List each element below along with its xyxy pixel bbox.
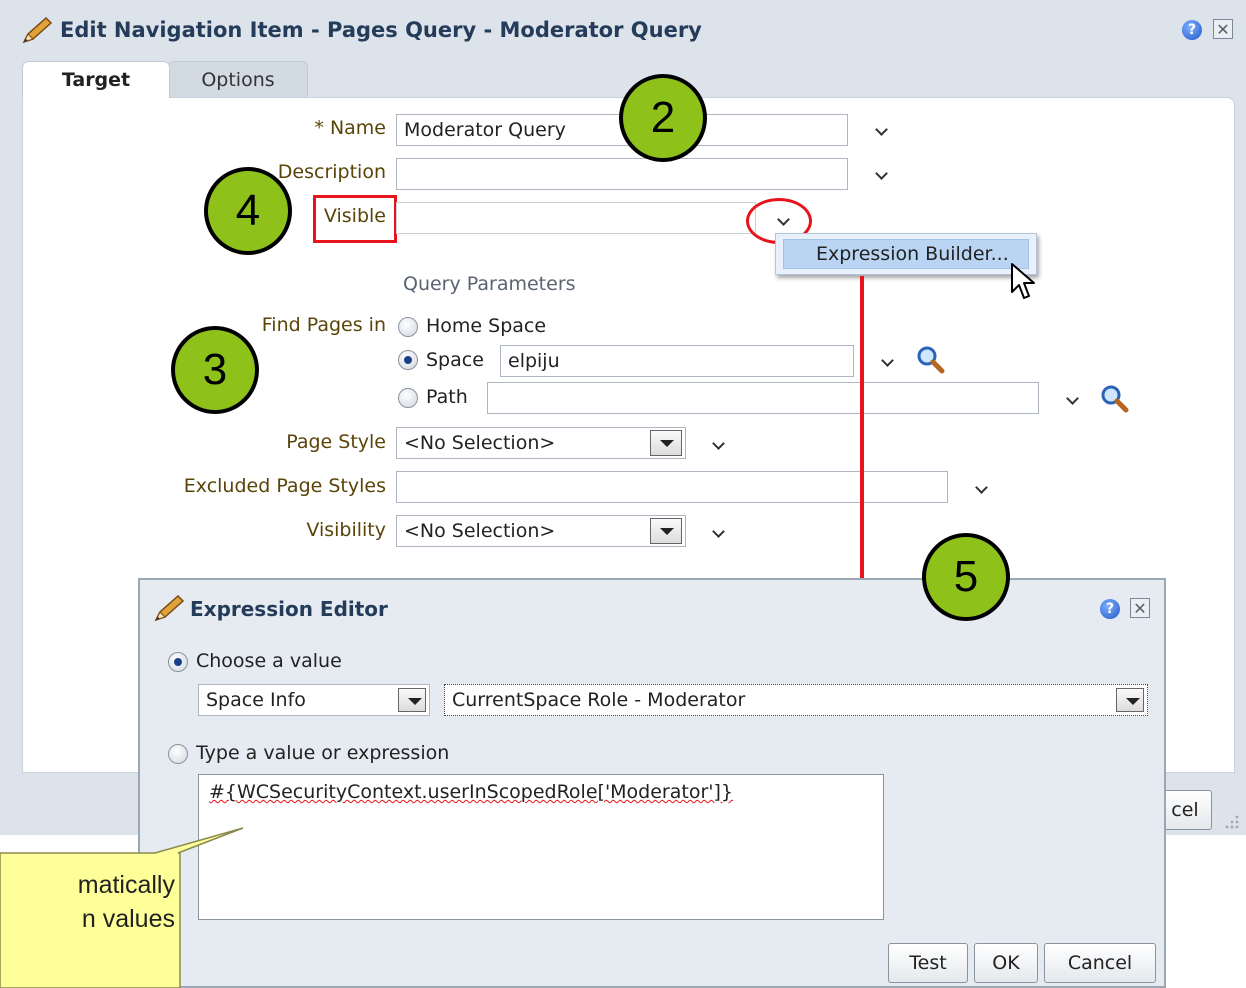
value-select[interactable]: CurrentSpace Role - Moderator — [444, 684, 1148, 716]
resize-grip-icon — [1225, 815, 1239, 829]
space-search-icon[interactable] — [915, 344, 945, 374]
expression-textarea[interactable]: #{WCSecurityContext.userInScopedRole['Mo… — [198, 774, 884, 920]
dialog-title: Edit Navigation Item - Pages Query - Mod… — [60, 18, 702, 42]
visible-input[interactable] — [396, 202, 756, 234]
home-space-radio[interactable] — [398, 317, 418, 337]
home-space-radio-label: Home Space — [426, 315, 547, 337]
help-icon[interactable]: ? — [1182, 20, 1202, 40]
space-radio[interactable] — [398, 350, 418, 370]
expression-editor-title: Expression Editor — [190, 597, 388, 621]
tab-target[interactable]: Target — [22, 61, 170, 98]
visibility-chevron-down-icon[interactable] — [708, 522, 728, 542]
name-label: * Name — [314, 117, 386, 139]
close-icon[interactable]: ✕ — [1213, 19, 1233, 39]
description-input[interactable] — [396, 158, 848, 190]
path-radio-label: Path — [426, 386, 468, 408]
visibility-label: Visibility — [306, 519, 386, 541]
choose-value-label: Choose a value — [196, 650, 342, 672]
path-search-icon[interactable] — [1099, 383, 1129, 413]
mouse-cursor-icon — [1011, 263, 1035, 299]
excluded-page-styles-label: Excluded Page Styles — [183, 475, 386, 497]
expression-editor-dialog: Expression Editor ? ✕ Choose a value Spa… — [138, 578, 1166, 988]
note-line-2: n values — [81, 905, 175, 933]
note-line-1: matically — [77, 871, 175, 899]
space-radio-label: Space — [426, 349, 484, 371]
callout-step-4: 4 — [204, 167, 292, 255]
callout-step-3: 3 — [171, 326, 259, 414]
visible-chevron-down-icon[interactable] — [773, 210, 793, 230]
space-chevron-down-icon[interactable] — [877, 351, 897, 371]
close-icon[interactable]: ✕ — [1130, 598, 1150, 618]
query-parameters-heading: Query Parameters — [403, 273, 576, 295]
expression-text: #{WCSecurityContext.userInScopedRole['Mo… — [209, 781, 733, 803]
page-style-label: Page Style — [286, 431, 386, 453]
visibility-select-button[interactable] — [650, 518, 682, 544]
cancel-button[interactable]: Cancel — [1044, 943, 1156, 983]
visible-dropdown-menu: Expression Builder... — [775, 233, 1037, 275]
type-expression-label: Type a value or expression — [196, 742, 450, 764]
page-style-chevron-down-icon[interactable] — [708, 434, 728, 454]
help-icon[interactable]: ? — [1100, 599, 1120, 619]
path-input[interactable] — [487, 382, 1039, 414]
path-radio[interactable] — [398, 388, 418, 408]
category-select-button[interactable] — [398, 688, 426, 712]
pencil-icon — [22, 16, 53, 44]
callout-step-2: 2 — [619, 74, 707, 162]
name-chevron-down-icon[interactable] — [871, 120, 891, 140]
category-select[interactable]: Space Info — [198, 684, 430, 716]
tab-options[interactable]: Options — [168, 61, 308, 98]
excluded-chevron-down-icon[interactable] — [971, 478, 991, 498]
value-select-button[interactable] — [1116, 688, 1144, 712]
choose-value-radio[interactable] — [168, 652, 188, 672]
expression-builder-menu-item[interactable]: Expression Builder... — [783, 239, 1029, 269]
description-chevron-down-icon[interactable] — [871, 164, 891, 184]
note-text: matically n values — [0, 868, 175, 936]
path-chevron-down-icon[interactable] — [1062, 389, 1082, 409]
space-input[interactable]: elpiju — [500, 345, 854, 377]
ok-button[interactable]: OK — [974, 943, 1038, 983]
page-style-select-button[interactable] — [650, 430, 682, 456]
test-button[interactable]: Test — [888, 943, 968, 983]
callout-step-5: 5 — [922, 533, 1010, 621]
type-expression-radio[interactable] — [168, 744, 188, 764]
page-style-select[interactable]: <No Selection> — [396, 427, 686, 459]
visibility-select[interactable]: <No Selection> — [396, 515, 686, 547]
pencil-icon — [154, 594, 185, 622]
